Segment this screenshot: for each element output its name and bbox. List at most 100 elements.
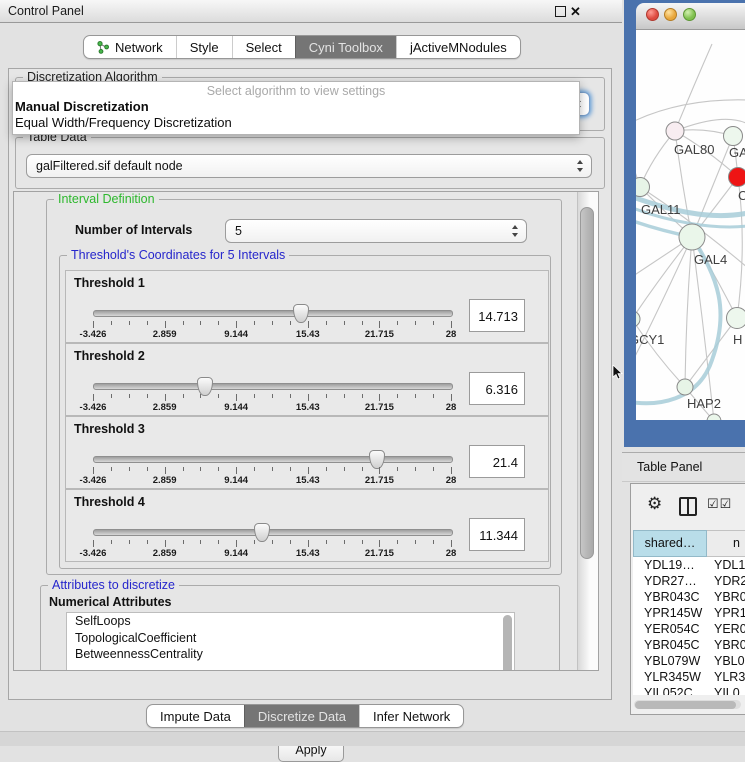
network-node-label: C [738,188,745,203]
cell-shared-name: YER054C [633,621,708,637]
table-header: shared… n [633,530,745,557]
attribute-item-selfloops[interactable]: SelfLoops [67,613,514,630]
network-node-red-node[interactable] [729,168,745,187]
network-edge [685,237,692,387]
cell-shared-name: YLR345W [633,669,708,685]
table-row[interactable]: YDR27…YDR2 [633,573,745,589]
tick-mark [200,467,201,471]
network-node-gal80[interactable] [666,122,684,140]
threshold-value-field[interactable]: 21.4 [469,445,525,478]
tick-mark [451,321,452,328]
algorithm-option-manual-discretization[interactable]: Manual Discretization [13,99,579,115]
network-node-hap2[interactable] [677,379,693,395]
tab-label: Infer Network [373,709,450,724]
column-header-shared-name[interactable]: shared… [633,530,707,557]
table-row[interactable]: YLR345WYLR3 [633,669,745,685]
tick-mark [147,394,148,398]
network-node-h-cut[interactable] [727,308,745,329]
float-window-icon[interactable] [555,6,566,17]
tick-mark [290,321,291,325]
tab-style[interactable]: Style [176,36,232,58]
tick-mark [397,540,398,544]
table-toolbar: ⚙ ☑☑ [631,484,745,528]
list-scrollbar[interactable] [503,615,512,671]
tick-mark [308,467,309,474]
tick-label: 9.144 [224,402,248,413]
tab-infer-network[interactable]: Infer Network [359,705,463,727]
traffic-light-minimize-icon[interactable] [664,8,677,21]
algorithm-placeholder-option[interactable]: Select algorithm to view settings [13,82,579,99]
table-data-combobox[interactable]: galFiltered.sif default node [26,154,592,178]
attribute-item-betweennesscentrality[interactable]: BetweennessCentrality [67,646,514,663]
algorithm-dropdown-popup: Select algorithm to view settings Manual… [12,81,580,135]
tab-select[interactable]: Select [232,36,295,58]
threshold-slider[interactable] [93,383,453,390]
tick-mark [344,540,345,544]
tab-cyni-toolbox[interactable]: Cyni Toolbox [295,36,396,58]
tick-mark [415,394,416,398]
network-node-gal4[interactable] [679,224,705,250]
tab-network[interactable]: Network [84,36,176,58]
cell-shared-name: YPR145W [633,605,708,621]
numerical-attributes-list[interactable]: SelfLoopsTopologicalCoefficientBetweenne… [66,612,515,671]
network-graph[interactable]: GAL80GACGAL11GAL4GCY1HHAP2 [636,30,745,420]
tick-mark [165,321,166,328]
table-row[interactable]: YBR043CYBR0 [633,589,745,605]
table-row[interactable]: YDL19…YDL1 [633,557,745,573]
network-window-titlebar[interactable] [636,3,745,30]
table-hscrollbar[interactable] [634,700,741,709]
number-of-intervals-spinner[interactable]: 5 [225,219,527,243]
tick-mark [165,540,166,547]
tab-jactivemnodules[interactable]: jActiveMNodules [396,36,520,58]
network-node-gal11[interactable] [636,178,650,197]
table-row[interactable]: YER054CYER0 [633,621,745,637]
tick-label: 15.43 [296,402,320,413]
attribute-item-topologicalcoefficient[interactable]: TopologicalCoefficient [67,630,514,647]
column-header-name[interactable]: n [707,530,745,557]
tick-mark [111,467,112,471]
cell-name: YBL0 [708,653,745,669]
threshold-value-field[interactable]: 6.316 [469,372,525,405]
tick-mark [415,540,416,544]
tick-mark [93,467,94,474]
threshold-slider[interactable] [93,310,453,317]
threshold-value-field[interactable]: 14.713 [469,299,525,332]
tick-mark [111,394,112,398]
gear-icon[interactable]: ⚙ [647,494,662,514]
table-data-combobox-value: galFiltered.sif default node [36,155,183,177]
table-row[interactable]: YBL079WYBL0 [633,653,745,669]
settings-scrollbar-track[interactable] [577,192,598,670]
tab-label: Select [246,40,282,55]
tab-impute-data[interactable]: Impute Data [147,705,244,727]
table-row[interactable]: YBR045CYBR0 [633,637,745,653]
tick-mark [111,321,112,325]
threshold-slider[interactable] [93,456,453,463]
table-row[interactable]: YIL052CYIL0 [633,685,745,695]
tick-mark [415,467,416,471]
tick-mark [308,321,309,328]
settings-scrollbar-thumb[interactable] [580,207,594,559]
split-columns-icon[interactable] [679,497,697,516]
threshold-label: Threshold 2 [74,349,145,363]
tick-label: 9.144 [224,329,248,340]
tick-mark [200,321,201,325]
traffic-light-close-icon[interactable] [646,8,659,21]
network-node-gal-cut[interactable] [724,127,743,146]
tick-label: 28 [446,475,457,486]
tick-mark [254,321,255,325]
tick-mark [451,540,452,547]
traffic-light-zoom-icon[interactable] [683,8,696,21]
tick-mark [272,467,273,471]
tab-discretize-data[interactable]: Discretize Data [244,705,359,727]
table-panel-bar: Table Panel [622,452,745,482]
threshold-slider[interactable] [93,529,453,536]
interval-definition-group-title: Interval Definition [54,193,159,206]
network-canvas[interactable]: GAL80GACGAL11GAL4GCY1HHAP2 [636,30,745,420]
threshold-value-field[interactable]: 11.344 [469,518,525,551]
checkbox-icons[interactable]: ☑☑ [707,496,732,512]
algorithm-option-equal-width-frequency-discretization[interactable]: Equal Width/Frequency Discretization [13,115,579,131]
close-icon[interactable]: ✕ [570,2,581,22]
network-node-gcy1[interactable] [636,311,640,327]
table-row[interactable]: YPR145WYPR1 [633,605,745,621]
threshold-label: Threshold 4 [74,495,145,509]
